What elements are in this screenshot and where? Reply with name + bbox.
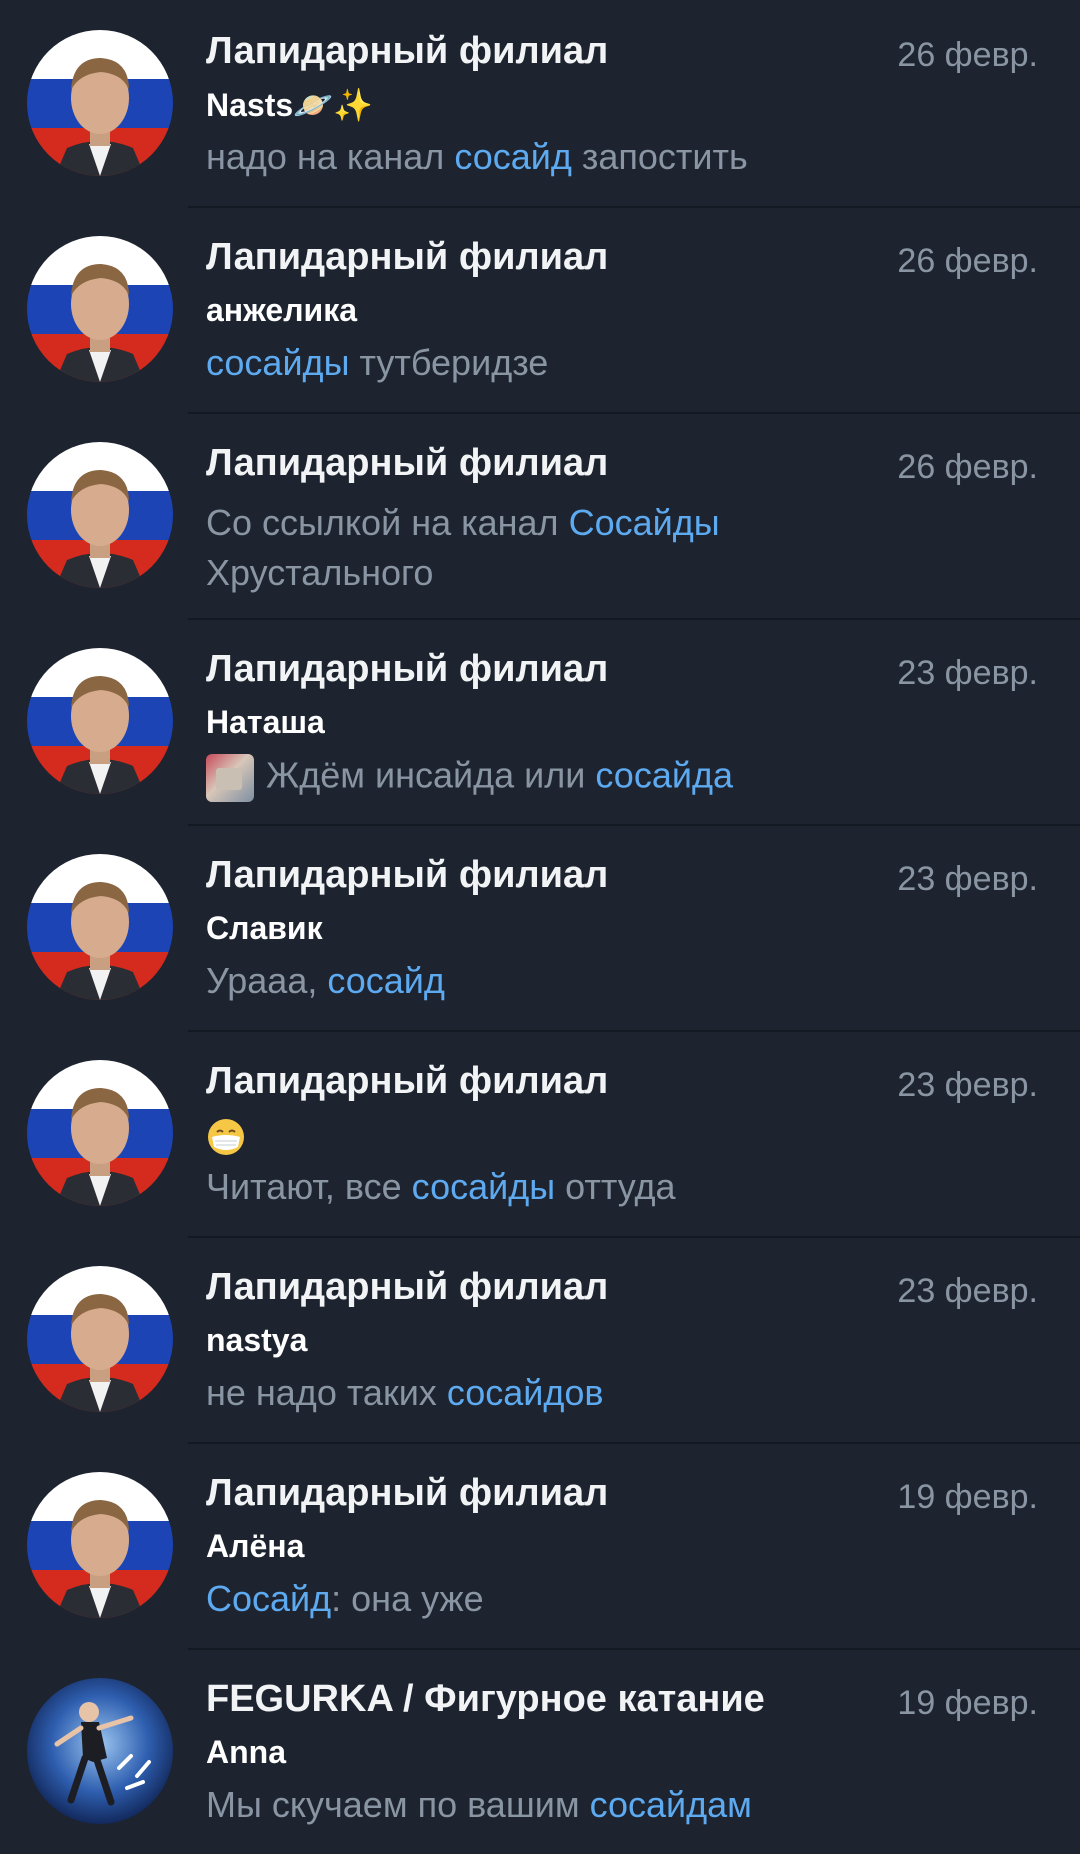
chat-row[interactable]: Лапидарный филиал 23 февр. Славик Урааа,…	[0, 824, 1080, 1030]
preview-text: Мы скучаем по вашим	[206, 1784, 590, 1825]
chat-row[interactable]: Лапидарный филиал 26 февр. Со ссылкой на…	[0, 412, 1080, 618]
message-sender: nastya	[206, 1322, 308, 1358]
preview-text: Читают, все	[206, 1166, 412, 1207]
figure-skater-avatar	[27, 1678, 173, 1824]
chat-row[interactable]: Лапидарный филиал 23 февр. Читают, все с…	[0, 1030, 1080, 1236]
chat-date: 23 февр.	[897, 1066, 1038, 1104]
message-sender	[206, 1116, 246, 1157]
message-preview: Мы скучаем по вашим сосайдам	[206, 1784, 752, 1826]
flag-portrait-avatar	[27, 854, 173, 1000]
message-sender: Наташа	[206, 704, 325, 740]
preview-text: не надо таких	[206, 1372, 447, 1413]
chat-title: Лапидарный филиал	[206, 442, 609, 484]
medical-mask-emoji	[208, 1118, 244, 1155]
flag-portrait-avatar	[27, 236, 173, 382]
preview-text: Ждём инсайда или	[266, 754, 596, 796]
message-preview: надо на канал сосайд запостить	[206, 136, 748, 178]
photo-thumbnail	[206, 754, 254, 802]
preview-text: надо на канал	[206, 136, 455, 177]
chat-date: 23 февр.	[897, 1272, 1038, 1310]
flag-portrait-avatar	[27, 30, 173, 176]
chat-date: 19 февр.	[897, 1684, 1038, 1722]
search-highlight: сосайдов	[446, 1372, 604, 1413]
message-sender: Алёна	[206, 1528, 305, 1564]
chat-search-results: Лапидарный филиал 26 февр. Nasts🪐✨ надо …	[0, 0, 1080, 1846]
chat-title: Лапидарный филиал	[206, 236, 609, 278]
chat-title: Лапидарный филиал	[206, 648, 609, 690]
message-preview: Сосайд: она уже	[206, 1578, 484, 1620]
search-highlight: Сосайд	[206, 1578, 332, 1619]
search-highlight: сосайд	[454, 136, 572, 177]
search-highlight: Сосайды	[568, 502, 720, 543]
chat-title: Лапидарный филиал	[206, 854, 609, 896]
message-preview: Урааа, сосайд	[206, 960, 445, 1002]
chat-row[interactable]: FEGURKA / Фигурное катание 19 февр. Anna…	[0, 1648, 1080, 1854]
search-highlight: сосайды	[411, 1166, 556, 1207]
chat-row[interactable]: Лапидарный филиал 23 февр. Наташа Ждём и…	[0, 618, 1080, 824]
chat-title: Лапидарный филиал	[206, 30, 609, 72]
chat-row[interactable]: Лапидарный филиал 23 февр. nastya не над…	[0, 1236, 1080, 1442]
message-sender: Anna	[206, 1734, 286, 1770]
search-highlight: сосайда	[595, 754, 733, 796]
preview-text: Со ссылкой на канал	[206, 502, 569, 543]
chat-title: Лапидарный филиал	[206, 1472, 609, 1514]
chat-date: 23 февр.	[897, 860, 1038, 898]
flag-portrait-avatar	[27, 648, 173, 794]
flag-portrait-avatar	[27, 442, 173, 588]
preview-text: запостить	[571, 136, 748, 177]
chat-title: Лапидарный филиал	[206, 1266, 609, 1308]
chat-title: Лапидарный филиал	[206, 1060, 609, 1102]
chat-row[interactable]: Лапидарный филиал 19 февр. Алёна Сосайд:…	[0, 1442, 1080, 1648]
preview-text: Урааа,	[206, 960, 328, 1001]
chat-date: 23 февр.	[897, 654, 1038, 692]
search-highlight: сосайд	[327, 960, 445, 1001]
flag-portrait-avatar	[27, 1472, 173, 1618]
chat-date: 19 февр.	[897, 1478, 1038, 1516]
chat-row[interactable]: Лапидарный филиал 26 февр. Nasts🪐✨ надо …	[0, 0, 1080, 206]
preview-text: оттуда	[555, 1166, 676, 1207]
flag-portrait-avatar	[27, 1060, 173, 1206]
search-highlight: сосайдам	[589, 1784, 752, 1825]
message-preview: Со ссылкой на канал Сосайды Хрустального	[206, 498, 846, 598]
preview-text: : она уже	[331, 1578, 484, 1619]
message-preview: Читают, все сосайды оттуда	[206, 1166, 676, 1208]
chat-row[interactable]: Лапидарный филиал 26 февр. анжелика соса…	[0, 206, 1080, 412]
message-preview: не надо таких сосайдов	[206, 1372, 604, 1414]
message-sender: анжелика	[206, 292, 357, 328]
message-preview: сосайды тутберидзе	[206, 342, 548, 384]
message-preview: Ждём инсайда или сосайда	[206, 754, 733, 802]
message-sender: Славик	[206, 910, 323, 946]
chat-date: 26 февр.	[897, 448, 1038, 486]
preview-text: Хрустального	[206, 552, 434, 593]
chat-date: 26 февр.	[897, 242, 1038, 280]
search-highlight: сосайды	[206, 342, 350, 383]
flag-portrait-avatar	[27, 1266, 173, 1412]
chat-title: FEGURKA / Фигурное катание	[206, 1678, 765, 1720]
message-sender: Nasts🪐✨	[206, 87, 373, 123]
chat-date: 26 февр.	[897, 36, 1038, 74]
preview-text: тутберидзе	[349, 342, 549, 383]
